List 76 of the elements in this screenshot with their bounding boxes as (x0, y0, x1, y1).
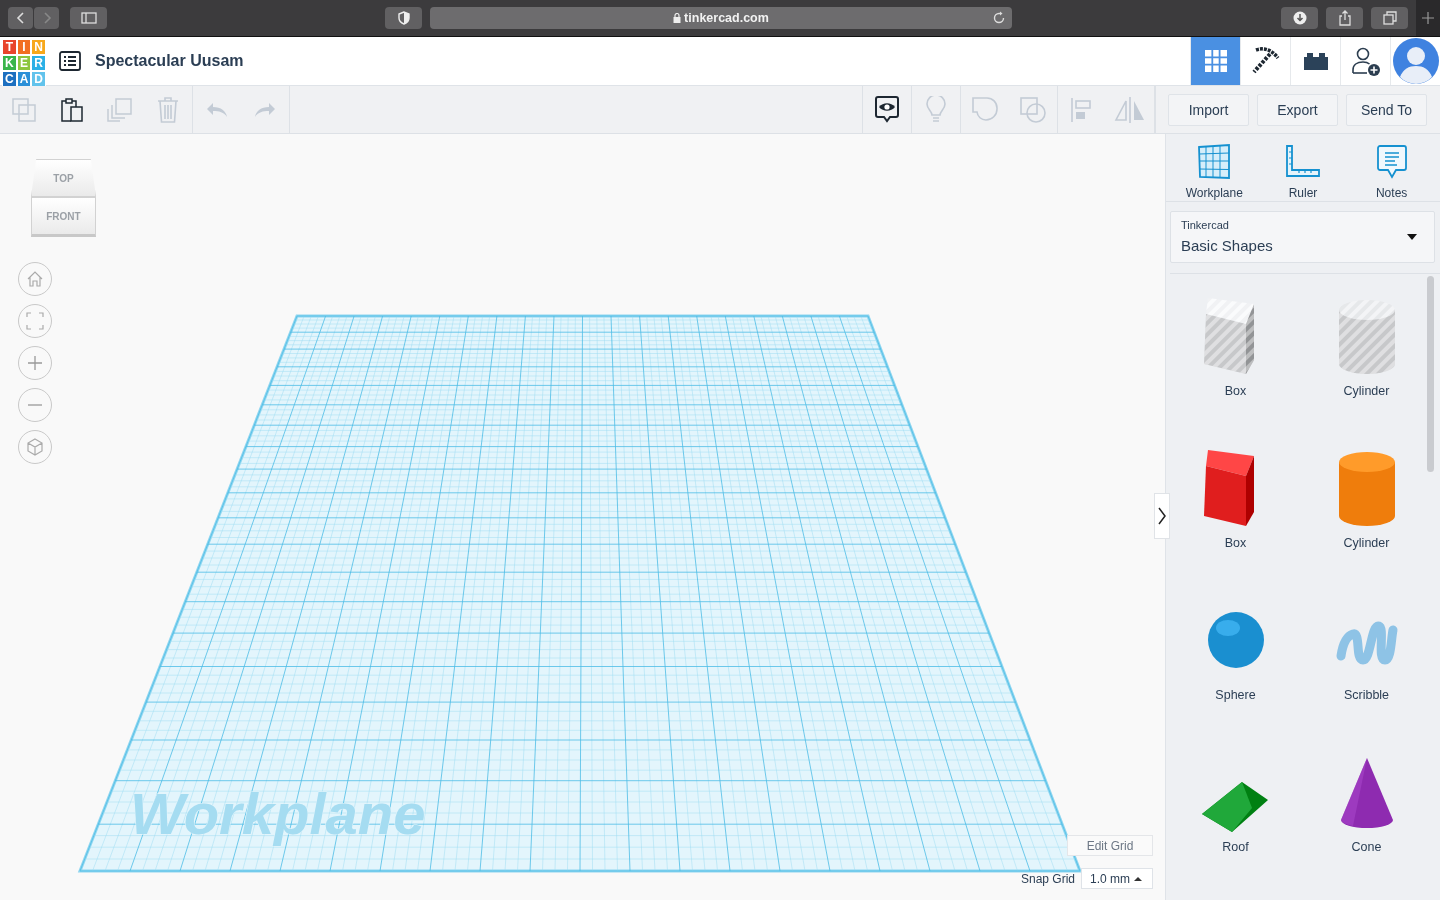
scrollbar[interactable] (1427, 276, 1434, 472)
privacy-button[interactable] (385, 7, 422, 29)
shape-label: Cylinder (1343, 536, 1390, 550)
home-icon (26, 270, 44, 288)
zoom-out-button[interactable] (18, 388, 52, 422)
address-bar[interactable]: tinkercad.com (430, 7, 1012, 29)
plus-icon (27, 355, 43, 371)
square-circle-icon (1019, 95, 1047, 124)
align-icon (1070, 96, 1094, 123)
tinkercad-logo[interactable]: T I N K E R C A D (2, 39, 46, 83)
lock-icon (673, 13, 682, 23)
chevron-icon (1158, 506, 1166, 526)
ruler-icon (1285, 144, 1321, 180)
trash-icon (157, 95, 179, 124)
sidebar-button[interactable] (70, 7, 107, 29)
design-title[interactable]: Spectacular Uusam (95, 52, 244, 70)
shape-library-dropdown[interactable]: Tinkercad Basic Shapes (1170, 210, 1435, 263)
light-bulb-icon (925, 95, 947, 124)
group-shape-icon (971, 95, 999, 124)
share-icon (1337, 10, 1352, 26)
back-icon (14, 11, 27, 25)
note-icon (1375, 144, 1408, 180)
shape-label: Roof (1222, 840, 1249, 854)
brick-icon (1301, 51, 1330, 71)
shape-label: Box (1224, 384, 1247, 398)
workplane-tool[interactable]: Workplane (1174, 144, 1255, 201)
back-button[interactable] (8, 7, 33, 29)
download-icon (1292, 11, 1307, 25)
menu-list-icon[interactable] (59, 51, 81, 71)
mirror-icon (1114, 95, 1146, 124)
workplane-grid-icon (1196, 144, 1233, 180)
share-button[interactable] (1326, 7, 1363, 29)
snap-grid-dropdown[interactable]: 1.0 mm (1081, 868, 1153, 889)
shape-label: Cone (1351, 840, 1382, 854)
tabs-icon (1382, 11, 1397, 25)
shape-label: Scribble (1343, 688, 1390, 702)
caret-icon (1134, 876, 1142, 881)
cube-icon (26, 438, 44, 456)
avatar-icon (1392, 38, 1439, 84)
sidebar-icon (80, 12, 97, 24)
add-user-icon (1349, 45, 1382, 77)
collapse-panel-button[interactable] (1154, 493, 1170, 539)
zoom-in-button[interactable] (18, 346, 52, 380)
reload-icon[interactable] (992, 11, 1006, 25)
shape-label: Box (1224, 536, 1247, 550)
profile-button[interactable] (1390, 37, 1440, 85)
cube-front-label: FRONT (46, 210, 81, 222)
caret-icon (1407, 233, 1417, 240)
tabs-button[interactable] (1371, 7, 1408, 29)
send-to-button[interactable]: Send To (1346, 93, 1427, 126)
snap-grid-label: Snap Grid (1020, 871, 1075, 886)
ruler-tool[interactable]: Ruler (1263, 144, 1343, 201)
plus-icon (1422, 12, 1434, 24)
duplicate-icon (106, 96, 134, 123)
new-tab-button[interactable] (1416, 0, 1440, 36)
eye-speech-bubble-icon (874, 94, 900, 125)
fit-view-button[interactable] (18, 304, 52, 338)
home-view-button[interactable] (18, 262, 52, 296)
download-button[interactable] (1281, 7, 1318, 29)
notes-tool[interactable]: Notes (1351, 144, 1432, 201)
forward-button[interactable] (34, 7, 59, 29)
shape-label: Cylinder (1343, 384, 1390, 398)
fit-view-icon (26, 312, 44, 330)
workplane-grid[interactable] (77, 314, 1083, 873)
url-text: tinkercad.com (684, 11, 769, 25)
import-button[interactable]: Import (1168, 93, 1249, 126)
perspective-button[interactable] (18, 430, 52, 464)
shape-label: Sphere (1215, 688, 1256, 702)
clipboard-icon (60, 96, 84, 123)
cube-top-label: TOP (53, 172, 74, 184)
grid-icon (1202, 48, 1229, 74)
copy-icon (11, 96, 37, 123)
export-button[interactable]: Export (1257, 93, 1338, 126)
edit-grid-button[interactable]: Edit Grid (1067, 835, 1153, 856)
shield-icon (397, 11, 410, 25)
minus-icon (27, 404, 43, 406)
